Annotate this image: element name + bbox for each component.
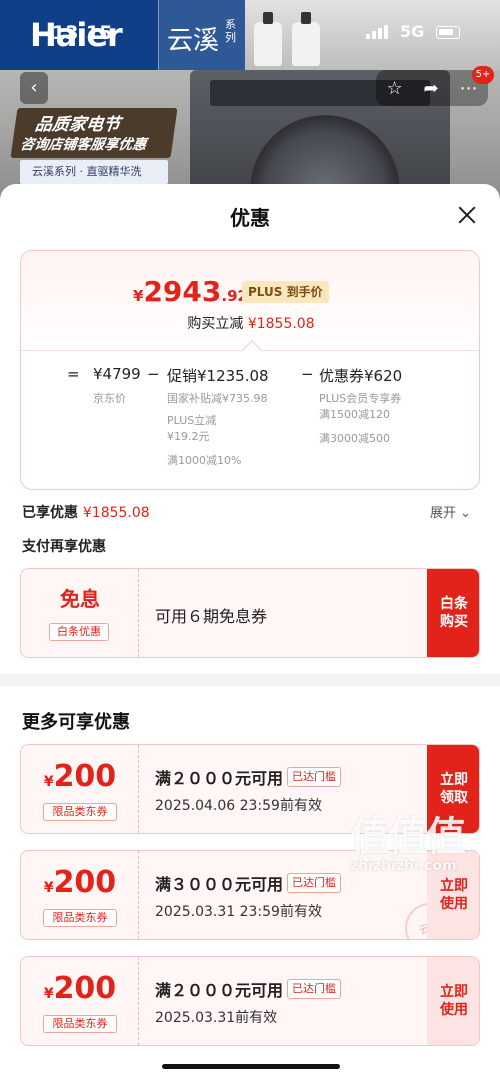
promo-item: 满1000减10% [167, 454, 242, 467]
coupon-type-tag: 限品类东券 [43, 1015, 117, 1033]
promo-banner: 品质家电节 咨询店铺客服享优惠 [10, 108, 178, 158]
promo-item: ¥19.2元 [167, 430, 210, 443]
close-icon[interactable] [454, 202, 480, 228]
threshold-met-tag: 已达门槛 [287, 979, 341, 999]
enjoyed-amount: ¥1855.08 [82, 505, 150, 521]
expand-button[interactable]: 展开 ⌄ [430, 502, 471, 521]
enjoyed-label: 已享优惠 [22, 505, 78, 521]
minus-sign: − [301, 365, 314, 383]
promo-item: PLUS立减 [167, 414, 217, 427]
back-button[interactable]: ‹ [20, 72, 48, 104]
coupon-type-tag: 限品类东券 [43, 803, 117, 821]
baitiao-buy-button[interactable]: 白条购买 [427, 569, 479, 657]
coupon-type-tag: 限品类东券 [43, 909, 117, 927]
currency-symbol: ¥ [133, 287, 144, 305]
coupon-validity: 2025.03.31 23:59前有效 [155, 904, 322, 920]
threshold-met-tag: 已达门槛 [287, 873, 341, 893]
enjoyed-discount: 已享优惠 ¥1855.08 [22, 502, 150, 522]
home-indicator [162, 1064, 340, 1069]
jd-price: ¥4799 [93, 365, 141, 383]
watermark-url: zhizhizhi.com [350, 858, 457, 874]
coupon-amount: ¥200 [43, 971, 117, 1006]
coupon-validity: 2025.04.06 23:59前有效 [155, 798, 322, 814]
jd-price-label: 京东价 [93, 392, 126, 405]
instant-discount: 购买立减 ¥1855.08 [21, 313, 479, 333]
final-price: ¥2943.92 [133, 275, 248, 308]
status-bar: 13:15 5G [0, 0, 500, 64]
pay-coupon-desc: 可用６期免息券 [155, 607, 268, 626]
coupon-amount: 优惠券¥620 [319, 367, 403, 385]
coupon-amount: ¥200 [43, 865, 117, 900]
series-tag: 云溪系列 · 直驱精华洗 [20, 160, 168, 184]
baitiao-tag: 白条优惠 [49, 623, 109, 641]
minus-sign: − [147, 365, 160, 383]
promo-line-2: 咨询店铺客服享优惠 [19, 137, 148, 153]
pay-section-title: 支付再享优惠 [22, 539, 106, 555]
status-time: 13:15 [52, 22, 113, 44]
coupon-threshold: 满３０００元可用 [155, 875, 284, 894]
chevron-down-icon: ⌄ [460, 506, 472, 521]
use-coupon-button[interactable]: 立即使用 [427, 957, 479, 1045]
expand-label: 展开 [430, 506, 457, 521]
equals-sign: = [67, 365, 80, 383]
coupon-left: ¥200 限品类东券 [21, 957, 139, 1045]
share-icon[interactable]: ➦ [424, 78, 439, 99]
coupon-item: PLUS会员专享券 [319, 392, 402, 405]
promo-amount: 促销¥1235.08 [167, 367, 269, 385]
promo-line-1: 品质家电节 [33, 115, 122, 135]
discount-sheet: 优惠 ¥2943.92 PLUS 到手价 购买立减 ¥1855.08 = ¥47… [0, 184, 500, 1081]
threshold-met-tag: 已达门槛 [287, 767, 341, 787]
more-offers-title: 更多可享优惠 [22, 712, 130, 733]
price-integer: 2943 [143, 275, 222, 308]
instant-discount-amount: ¥1855.08 [247, 316, 315, 332]
star-icon[interactable]: ☆ [386, 78, 402, 99]
interest-free-label: 免息 [60, 587, 100, 611]
promo-item: 国家补贴减¥735.98 [167, 392, 268, 405]
battery-icon [436, 26, 460, 39]
watermark-logo: 值值值 [350, 814, 466, 860]
coupon-amount: ¥200 [43, 759, 117, 794]
coupon-left: ¥200 限品类东券 [21, 851, 139, 939]
section-divider [0, 674, 500, 686]
coupon-item: 满1500减120 [319, 408, 390, 421]
coupon-item: 满3000减500 [319, 432, 390, 445]
plus-price-tag: PLUS 到手价 [242, 281, 329, 303]
message-badge: 5+ [472, 66, 494, 84]
sheet-title: 优惠 [230, 206, 270, 230]
site-watermark: 值值值 zhizhizhi.com [350, 804, 466, 874]
price-card: ¥2943.92 PLUS 到手价 购买立减 ¥1855.08 = ¥4799 … [20, 250, 480, 490]
coupon-left: 免息 白条优惠 [21, 569, 139, 657]
coupon-threshold: 满２０００元可用 [155, 981, 284, 1000]
pay-coupon-card[interactable]: 免息 白条优惠 可用６期免息券 白条购买 [20, 568, 480, 658]
network-label: 5G [400, 22, 425, 41]
coupon-card: ¥200 限品类东券 满２０００元可用 已达门槛 2025.03.31前有效 立… [20, 956, 480, 1046]
signal-icon [366, 25, 388, 39]
instant-discount-label: 购买立减 [187, 316, 244, 332]
coupon-validity: 2025.03.31前有效 [155, 1010, 278, 1026]
coupon-threshold: 满２０００元可用 [155, 769, 284, 788]
coupon-left: ¥200 限品类东券 [21, 745, 139, 833]
